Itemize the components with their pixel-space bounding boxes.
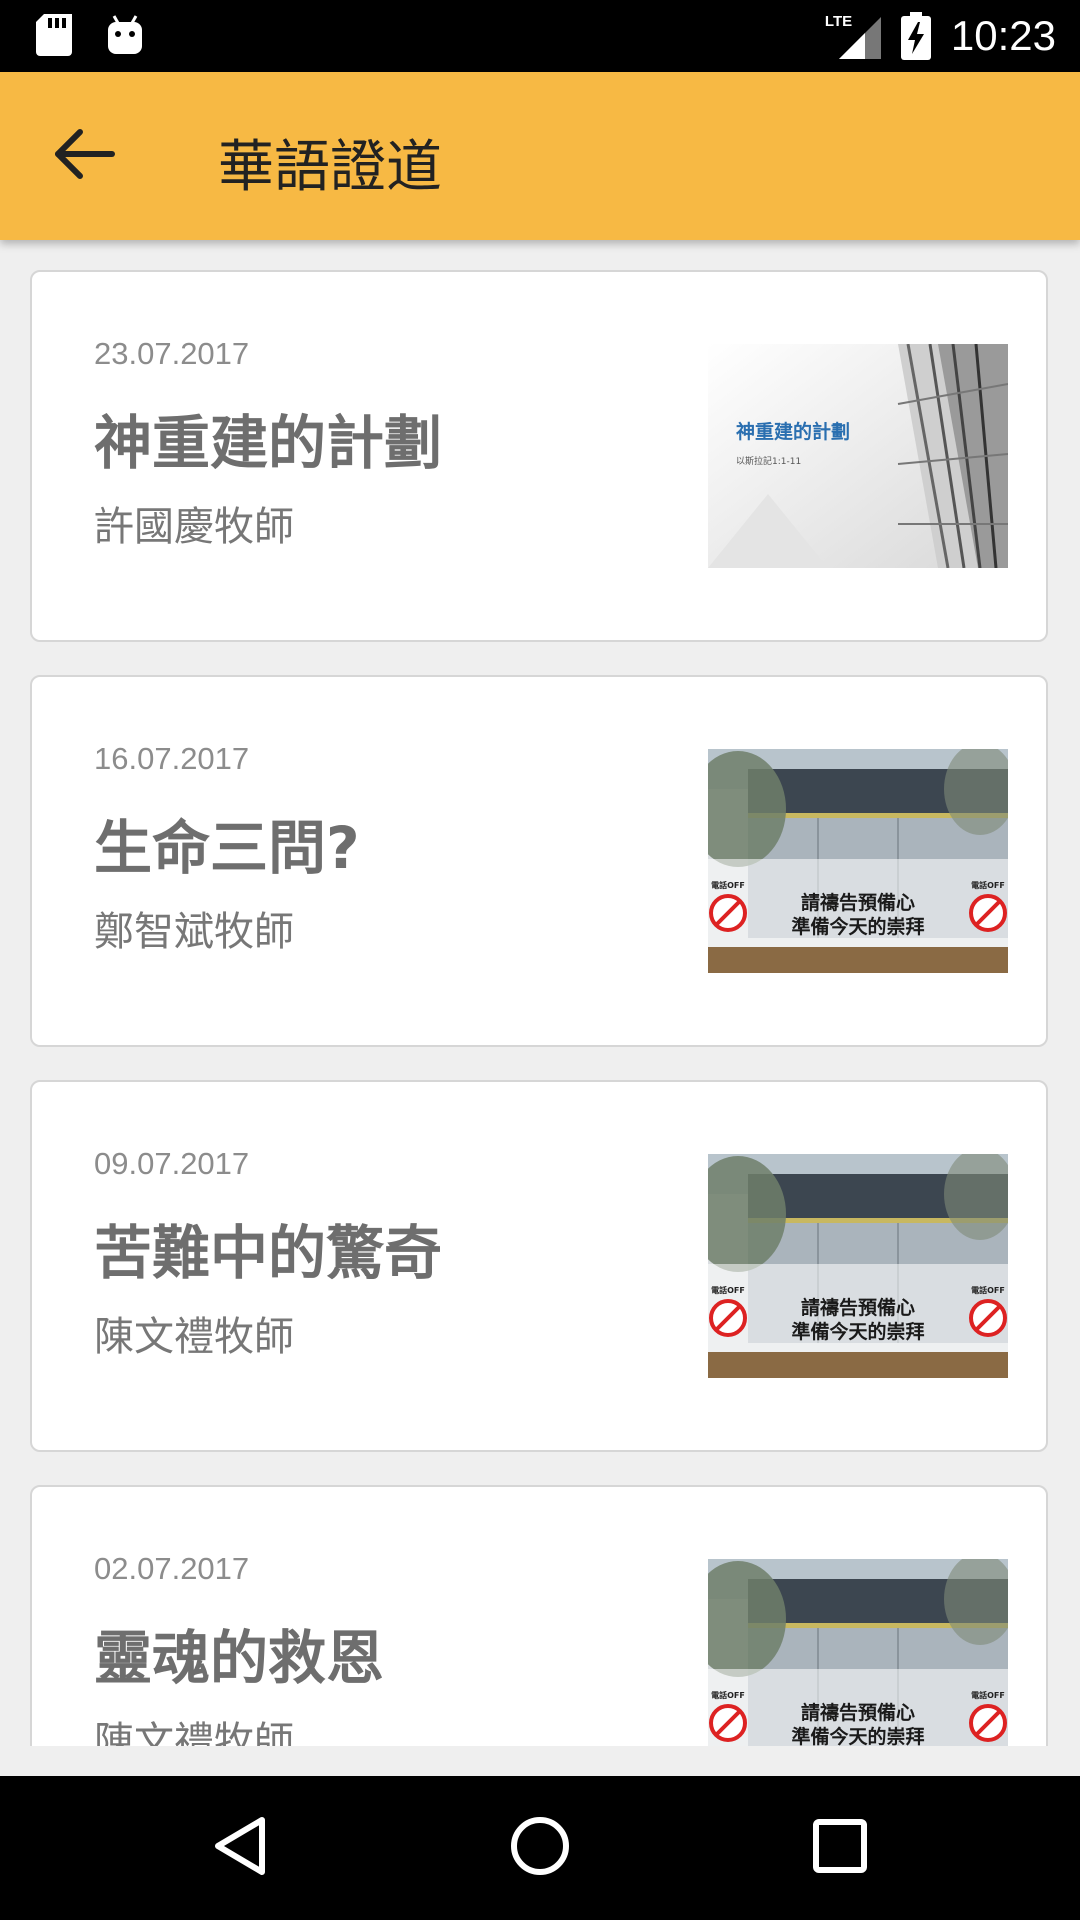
sermon-speaker: 陳文禮牧師 xyxy=(94,1314,294,1360)
clock: 10:23 xyxy=(950,12,1056,59)
arrow-left-icon xyxy=(52,126,116,186)
nav-back-button[interactable] xyxy=(204,1812,276,1884)
thumbnail-side-label: 電話OFF xyxy=(711,880,745,890)
sermon-speaker: 許國慶牧師 xyxy=(94,504,294,550)
thumbnail-line2: 準備今天的崇拜 xyxy=(791,915,924,938)
sermon-card[interactable]: 23.07.2017 神重建的計劃 許國慶牧師 神重建的計劃 以斯拉記1:1-1… xyxy=(30,270,1048,642)
sermon-thumbnail: 電話OFF 電話OFF 請禱告預備心 準備今天的崇拜 xyxy=(708,749,1008,973)
sermon-thumbnail: 電話OFF 電話OFF 請禱告預備心 準備今天的崇拜 xyxy=(708,1154,1008,1378)
nav-home-button[interactable] xyxy=(504,1812,576,1884)
navigation-bar xyxy=(0,1776,1080,1920)
sermon-speaker: 鄭智斌牧師 xyxy=(94,909,294,955)
thumbnail-caption: 神重建的計劃 xyxy=(736,420,850,443)
sermon-date: 09.07.2017 xyxy=(94,1146,250,1181)
thumbnail-side-label: 電話OFF xyxy=(971,880,1005,890)
sermon-card[interactable]: 16.07.2017 生命三問? 鄭智斌牧師 電話OFF 電話OFF 請禱告預備… xyxy=(30,675,1048,1047)
thumbnail-line2: 準備今天的崇拜 xyxy=(791,1725,924,1746)
sermon-list[interactable]: 23.07.2017 神重建的計劃 許國慶牧師 神重建的計劃 以斯拉記1:1-1… xyxy=(0,240,1080,1746)
nav-recents-button[interactable] xyxy=(804,1812,876,1884)
nav-back-icon xyxy=(210,1814,270,1882)
page-title: 華語證道 xyxy=(218,135,442,200)
thumbnail-side-label: 電話OFF xyxy=(971,1690,1005,1700)
sermon-date: 16.07.2017 xyxy=(94,741,250,776)
sermon-title: 生命三問? xyxy=(94,814,360,882)
thumbnail-side-label: 電話OFF xyxy=(711,1285,745,1295)
lte-signal-icon: LTE xyxy=(825,13,881,59)
sermon-date: 02.07.2017 xyxy=(94,1551,250,1586)
thumbnail-line2: 準備今天的崇拜 xyxy=(791,1320,924,1343)
battery-charging-icon xyxy=(900,12,931,60)
back-button[interactable] xyxy=(48,120,120,192)
sermon-thumbnail: 神重建的計劃 以斯拉記1:1-11 xyxy=(708,344,1008,568)
app-bar: 華語證道 xyxy=(0,72,1080,240)
sermon-thumbnail: 電話OFF 電話OFF 請禱告預備心 準備今天的崇拜 xyxy=(708,1559,1008,1746)
thumbnail-line1: 請禱告預備心 xyxy=(801,1296,915,1319)
thumbnail-line1: 請禱告預備心 xyxy=(801,891,915,914)
sermon-card[interactable]: 02.07.2017 靈魂的救恩 陳文禮牧師 電話OFF 電話OFF 請禱告預備… xyxy=(30,1485,1048,1746)
sermon-date: 23.07.2017 xyxy=(94,336,250,371)
sermon-title: 靈魂的救恩 xyxy=(94,1624,385,1692)
sd-card-icon xyxy=(36,14,72,56)
thumbnail-subcaption: 以斯拉記1:1-11 xyxy=(736,455,801,467)
android-icon xyxy=(106,14,144,56)
sermon-card[interactable]: 09.07.2017 苦難中的驚奇 陳文禮牧師 電話OFF 電話OFF 請禱告預… xyxy=(30,1080,1048,1452)
sermon-title: 苦難中的驚奇 xyxy=(94,1219,443,1287)
sermon-speaker: 陳文禮牧師 xyxy=(94,1719,294,1746)
nav-home-icon xyxy=(508,1814,572,1882)
thumbnail-line1: 請禱告預備心 xyxy=(801,1701,915,1724)
thumbnail-side-label: 電話OFF xyxy=(971,1285,1005,1295)
sermon-title: 神重建的計劃 xyxy=(94,409,443,477)
thumbnail-side-label: 電話OFF xyxy=(711,1690,745,1700)
status-bar: LTE 10:23 xyxy=(0,0,1080,72)
nav-recents-icon xyxy=(810,1816,870,1880)
